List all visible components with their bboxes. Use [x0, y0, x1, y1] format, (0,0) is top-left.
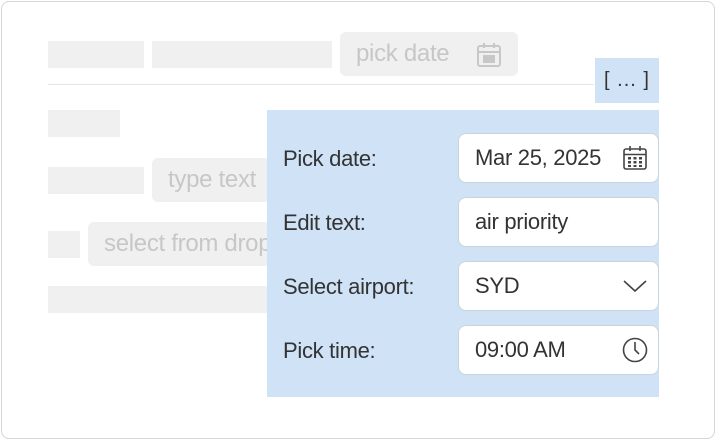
- pick-date-label: Pick date:: [283, 146, 377, 171]
- time-input[interactable]: 09:00 AM: [458, 325, 659, 375]
- time-value: 09:00 AM: [475, 337, 566, 362]
- placeholder-label: [48, 41, 144, 68]
- calendar-icon[interactable]: [622, 145, 648, 171]
- edit-text-label: Edit text:: [283, 210, 366, 235]
- placeholder-label: [48, 231, 80, 258]
- clock-icon[interactable]: [622, 337, 648, 363]
- calendar-icon: [477, 43, 501, 67]
- placeholder-label: [152, 41, 332, 68]
- select-airport-row: Select airport: SYD: [283, 261, 659, 313]
- pick-time-row: Pick time: 09:00 AM: [283, 325, 659, 377]
- date-value: Mar 25, 2025: [475, 145, 602, 170]
- chevron-down-icon[interactable]: [622, 273, 648, 299]
- text-value: air priority: [475, 209, 568, 234]
- more-button[interactable]: [ ... ]: [595, 58, 659, 103]
- pick-date-row: Pick date: Mar 25, 2025: [283, 133, 659, 185]
- edit-popup: Pick date: Mar 25, 2025 Edit text: air p…: [267, 110, 659, 397]
- pick-time-label: Pick time:: [283, 338, 376, 363]
- divider: [48, 84, 594, 85]
- edit-text-row: Edit text: air priority: [283, 197, 659, 249]
- airport-value: SYD: [475, 273, 520, 298]
- background-text-placeholder: type text: [168, 166, 257, 193]
- text-input[interactable]: air priority: [458, 197, 659, 247]
- select-airport-label: Select airport:: [283, 274, 415, 299]
- placeholder-bar: [48, 286, 302, 313]
- placeholder-label: [48, 167, 144, 194]
- background-date-placeholder: pick date: [356, 40, 450, 67]
- airport-select[interactable]: SYD: [458, 261, 659, 311]
- background-date-field[interactable]: pick date: [340, 32, 518, 76]
- placeholder-label: [48, 110, 120, 137]
- date-input[interactable]: Mar 25, 2025: [458, 133, 659, 183]
